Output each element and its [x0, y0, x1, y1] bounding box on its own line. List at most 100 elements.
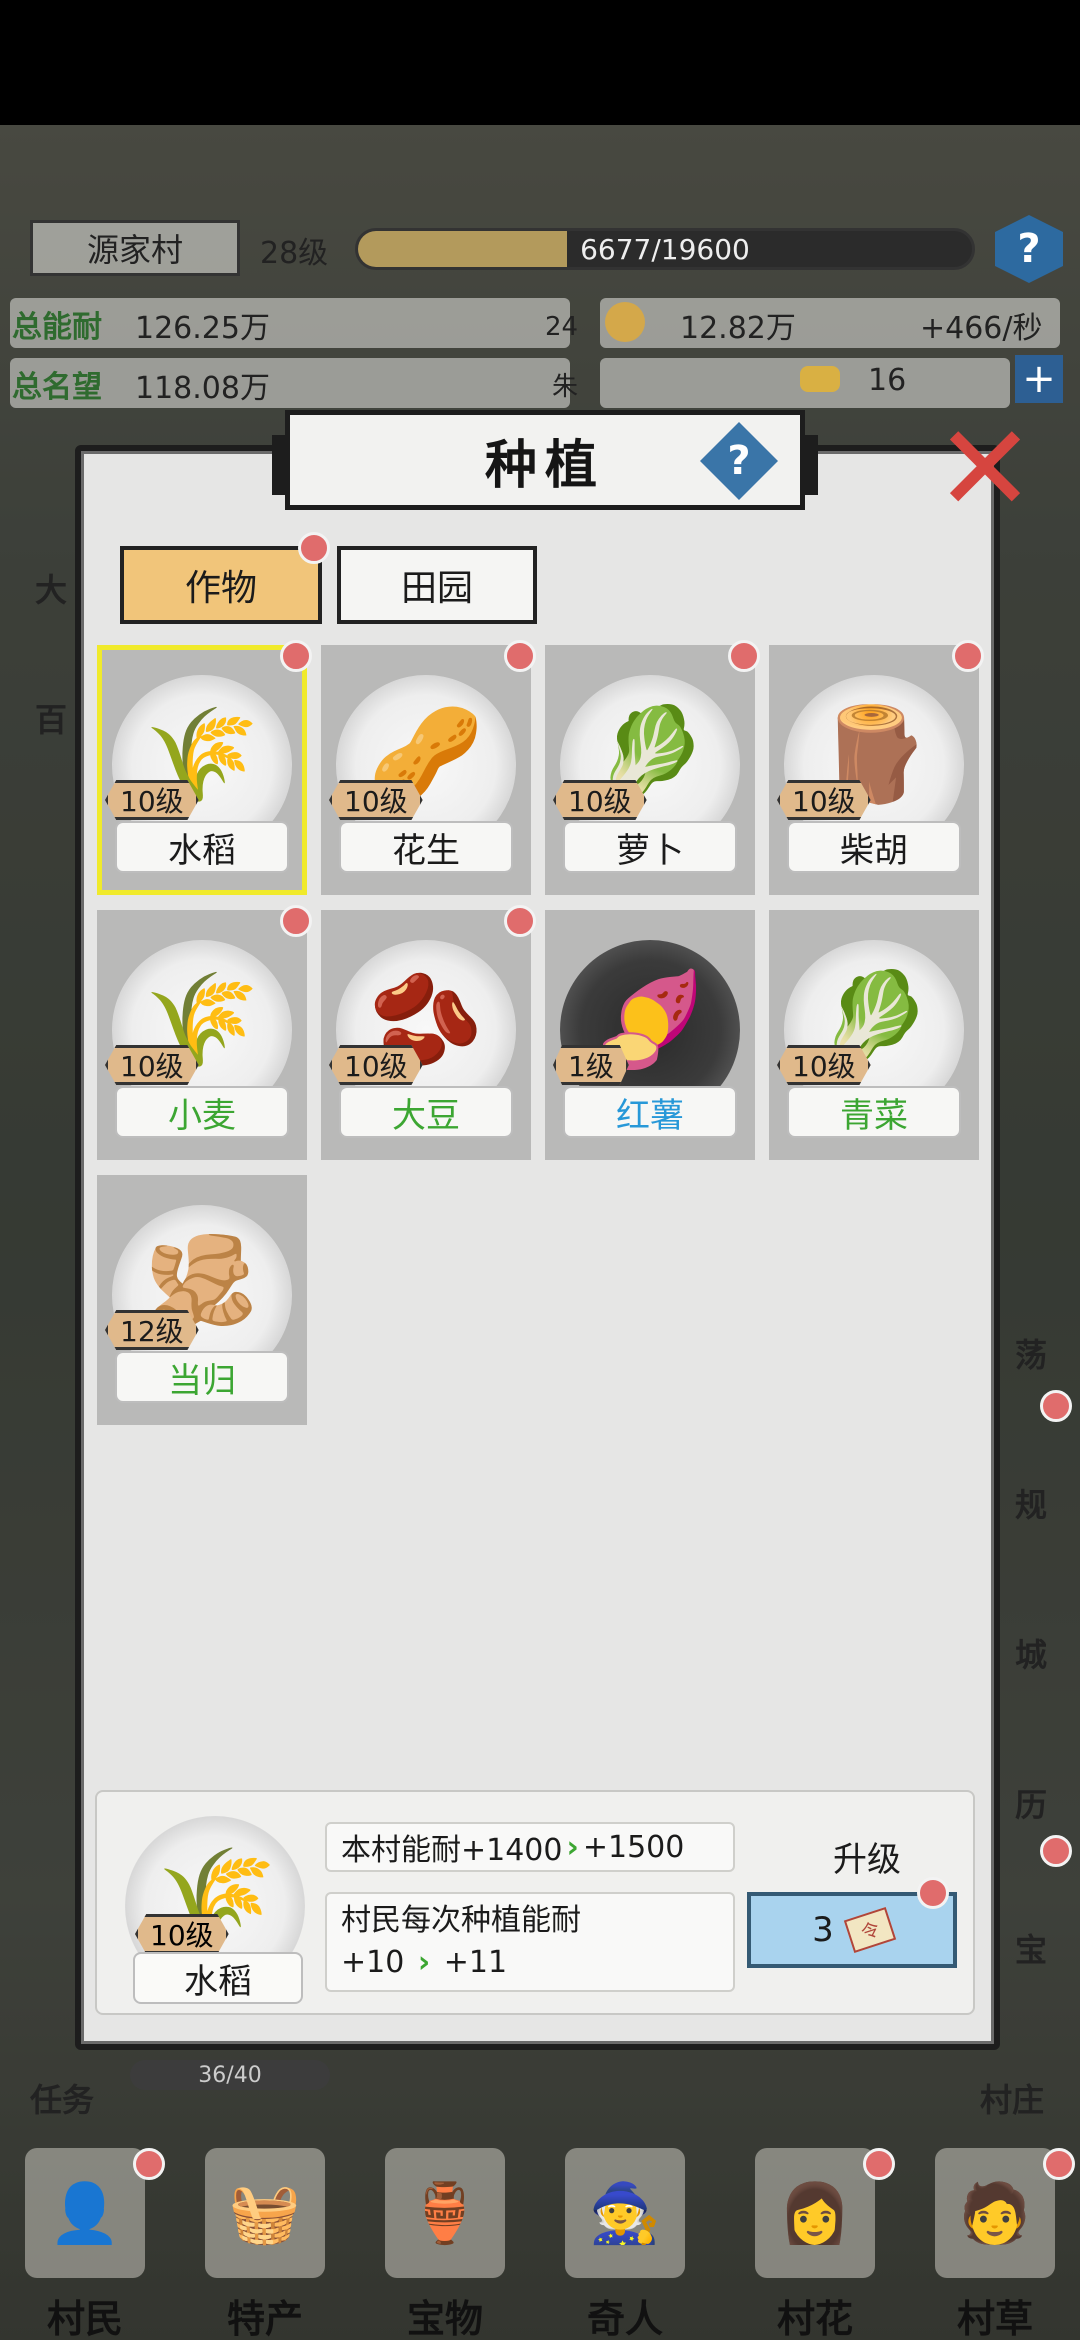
nav-villagers[interactable]: 👤 村民	[5, 2148, 165, 2340]
village-name[interactable]: 源家村	[30, 220, 240, 276]
notify-dot	[863, 2148, 895, 2180]
nav-treasure[interactable]: 🏺 宝物	[365, 2148, 525, 2340]
crop-name: 柴胡	[787, 821, 961, 873]
crop-card[interactable]: 🫚 12级 当归	[97, 1175, 307, 1425]
planting-energy-stat: 村民每次种植能耐 +10 › +11	[325, 1892, 735, 1992]
nav-stranger[interactable]: 🧙 奇人	[545, 2148, 705, 2340]
detail-crop-name: 水稻	[133, 1952, 303, 2004]
crop-level-badge: 10级	[553, 780, 647, 820]
crop-card[interactable]: 🌾 10级 水稻	[97, 645, 307, 895]
nav-specialty[interactable]: 🧺 特产	[185, 2148, 345, 2340]
coin-rate: +466/秒	[920, 311, 1043, 346]
gold-value: 16	[868, 363, 907, 398]
crop-level-badge: 10级	[329, 1045, 423, 1085]
side-menu-label[interactable]: 大	[35, 565, 67, 611]
crop-detail-panel: 🌾 10级 水稻 本村能耐+1400 › +1500 村民每次种植能耐 +10 …	[95, 1790, 975, 2015]
tab-crops[interactable]: 作物	[120, 546, 322, 624]
notify-dot	[280, 640, 312, 672]
gold-ingot-icon	[800, 366, 840, 392]
nav-label: 宝物	[406, 2297, 483, 2340]
crop-card[interactable]: 🥜 10级 花生	[321, 645, 531, 895]
total-fame-value: 118.08万	[135, 371, 270, 406]
notify-dot	[280, 905, 312, 937]
side-menu-label[interactable]: 荡	[1015, 1330, 1047, 1376]
crop-name: 小麦	[115, 1086, 289, 1138]
arrow-right-icon: ›	[417, 1945, 431, 1980]
ticket-icon: 令	[843, 1907, 896, 1953]
task-label[interactable]: 任务	[30, 2075, 94, 2121]
arrow-right-icon: ›	[566, 1829, 579, 1865]
stat-current: +10	[341, 1945, 405, 1980]
tab-garden[interactable]: 田园	[337, 546, 537, 624]
stat-label: 村民每次种植能耐	[341, 1903, 581, 1938]
notify-dot	[133, 2148, 165, 2180]
notify-dot	[298, 532, 330, 564]
side-menu-label[interactable]: 宝	[1015, 1925, 1047, 1971]
total-fame-label: 总名望	[12, 370, 102, 405]
village-xp-text: 6677/19600	[580, 232, 750, 266]
crop-name: 青菜	[787, 1086, 961, 1138]
nav-label: 村草	[956, 2297, 1033, 2340]
side-menu-label[interactable]: 村庄	[980, 2075, 1044, 2121]
crop-level-badge: 12级	[105, 1310, 199, 1350]
crop-name: 当归	[115, 1351, 289, 1403]
notify-dot	[504, 905, 536, 937]
stat-next: +1500	[582, 1829, 685, 1865]
crop-level-badge: 10级	[777, 780, 871, 820]
crop-card[interactable]: 🍠 1级 红薯	[545, 910, 755, 1160]
nav-label: 奇人	[586, 2297, 663, 2340]
notify-dot	[1040, 1390, 1072, 1422]
stat-current: 本村能耐+1400	[341, 1833, 563, 1868]
detail-level-badge: 10级	[135, 1914, 229, 1954]
crop-level-badge: 1级	[553, 1045, 629, 1085]
specialty-icon: 🧺	[205, 2148, 325, 2278]
crop-level-badge: 10级	[105, 1045, 199, 1085]
crop-card[interactable]: 🥬 10级 萝卜	[545, 645, 755, 895]
add-gold-button[interactable]: +	[1015, 355, 1063, 403]
crop-level-badge: 10级	[329, 780, 423, 820]
coin-icon	[605, 302, 645, 342]
crop-name: 大豆	[339, 1086, 513, 1138]
nav-village-belle[interactable]: 👩 村花	[735, 2148, 895, 2340]
notify-dot	[1040, 1835, 1072, 1867]
upgrade-cost: 3	[812, 1910, 834, 1950]
crop-card[interactable]: 🌾 10级 小麦	[97, 910, 307, 1160]
badge-char: 朱	[552, 372, 579, 402]
village-hunk-icon: 🧑	[935, 2148, 1055, 2278]
notify-dot	[728, 640, 760, 672]
village-xp-bar: 6677/19600	[355, 228, 975, 270]
treasure-icon: 🏺	[385, 2148, 505, 2278]
total-energy-value: 126.25万	[135, 311, 270, 346]
notify-dot	[1043, 2148, 1075, 2180]
villager-icon: 👤	[25, 2148, 145, 2278]
notify-dot	[917, 1877, 949, 1909]
dialog-title: 种植	[484, 434, 605, 496]
side-menu-label[interactable]: 历	[1015, 1780, 1047, 1826]
nav-village-hunk[interactable]: 🧑 村草	[915, 2148, 1075, 2340]
side-menu-label[interactable]: 百	[35, 695, 67, 741]
badge-level: 24	[545, 312, 579, 342]
crop-level-badge: 10级	[777, 1045, 871, 1085]
crop-card[interactable]: 🥬 10级 青菜	[769, 910, 979, 1160]
nav-label: 村花	[776, 2297, 853, 2340]
crop-name: 红薯	[563, 1086, 737, 1138]
upgrade-label: 升级	[833, 1840, 901, 1880]
nav-label: 村民	[46, 2297, 123, 2340]
task-progress-text: 36/40	[198, 2062, 262, 2088]
village-belle-icon: 👩	[755, 2148, 875, 2278]
crop-name: 萝卜	[563, 821, 737, 873]
side-menu-label[interactable]: 城	[1015, 1630, 1047, 1676]
stat-next: +11	[443, 1945, 508, 1980]
total-energy-label: 总能耐	[12, 310, 102, 345]
stranger-icon: 🧙	[565, 2148, 685, 2278]
crop-level-badge: 10级	[105, 780, 199, 820]
task-progress-bar: 36/40	[130, 2060, 330, 2090]
crop-card[interactable]: 🪵 10级 柴胡	[769, 645, 979, 895]
side-menu-label[interactable]: 规	[1015, 1480, 1047, 1526]
close-icon[interactable]: ✕	[930, 410, 1040, 530]
crop-name: 花生	[339, 821, 513, 873]
bottom-nav: 👤 村民 🧺 特产 🏺 宝物 🧙 奇人 👩 村花 🧑 村草	[0, 2140, 1080, 2340]
crop-card[interactable]: 🫘 10级 大豆	[321, 910, 531, 1160]
village-energy-stat: 本村能耐+1400 › +1500	[325, 1822, 735, 1872]
nav-label: 特产	[226, 2297, 303, 2340]
